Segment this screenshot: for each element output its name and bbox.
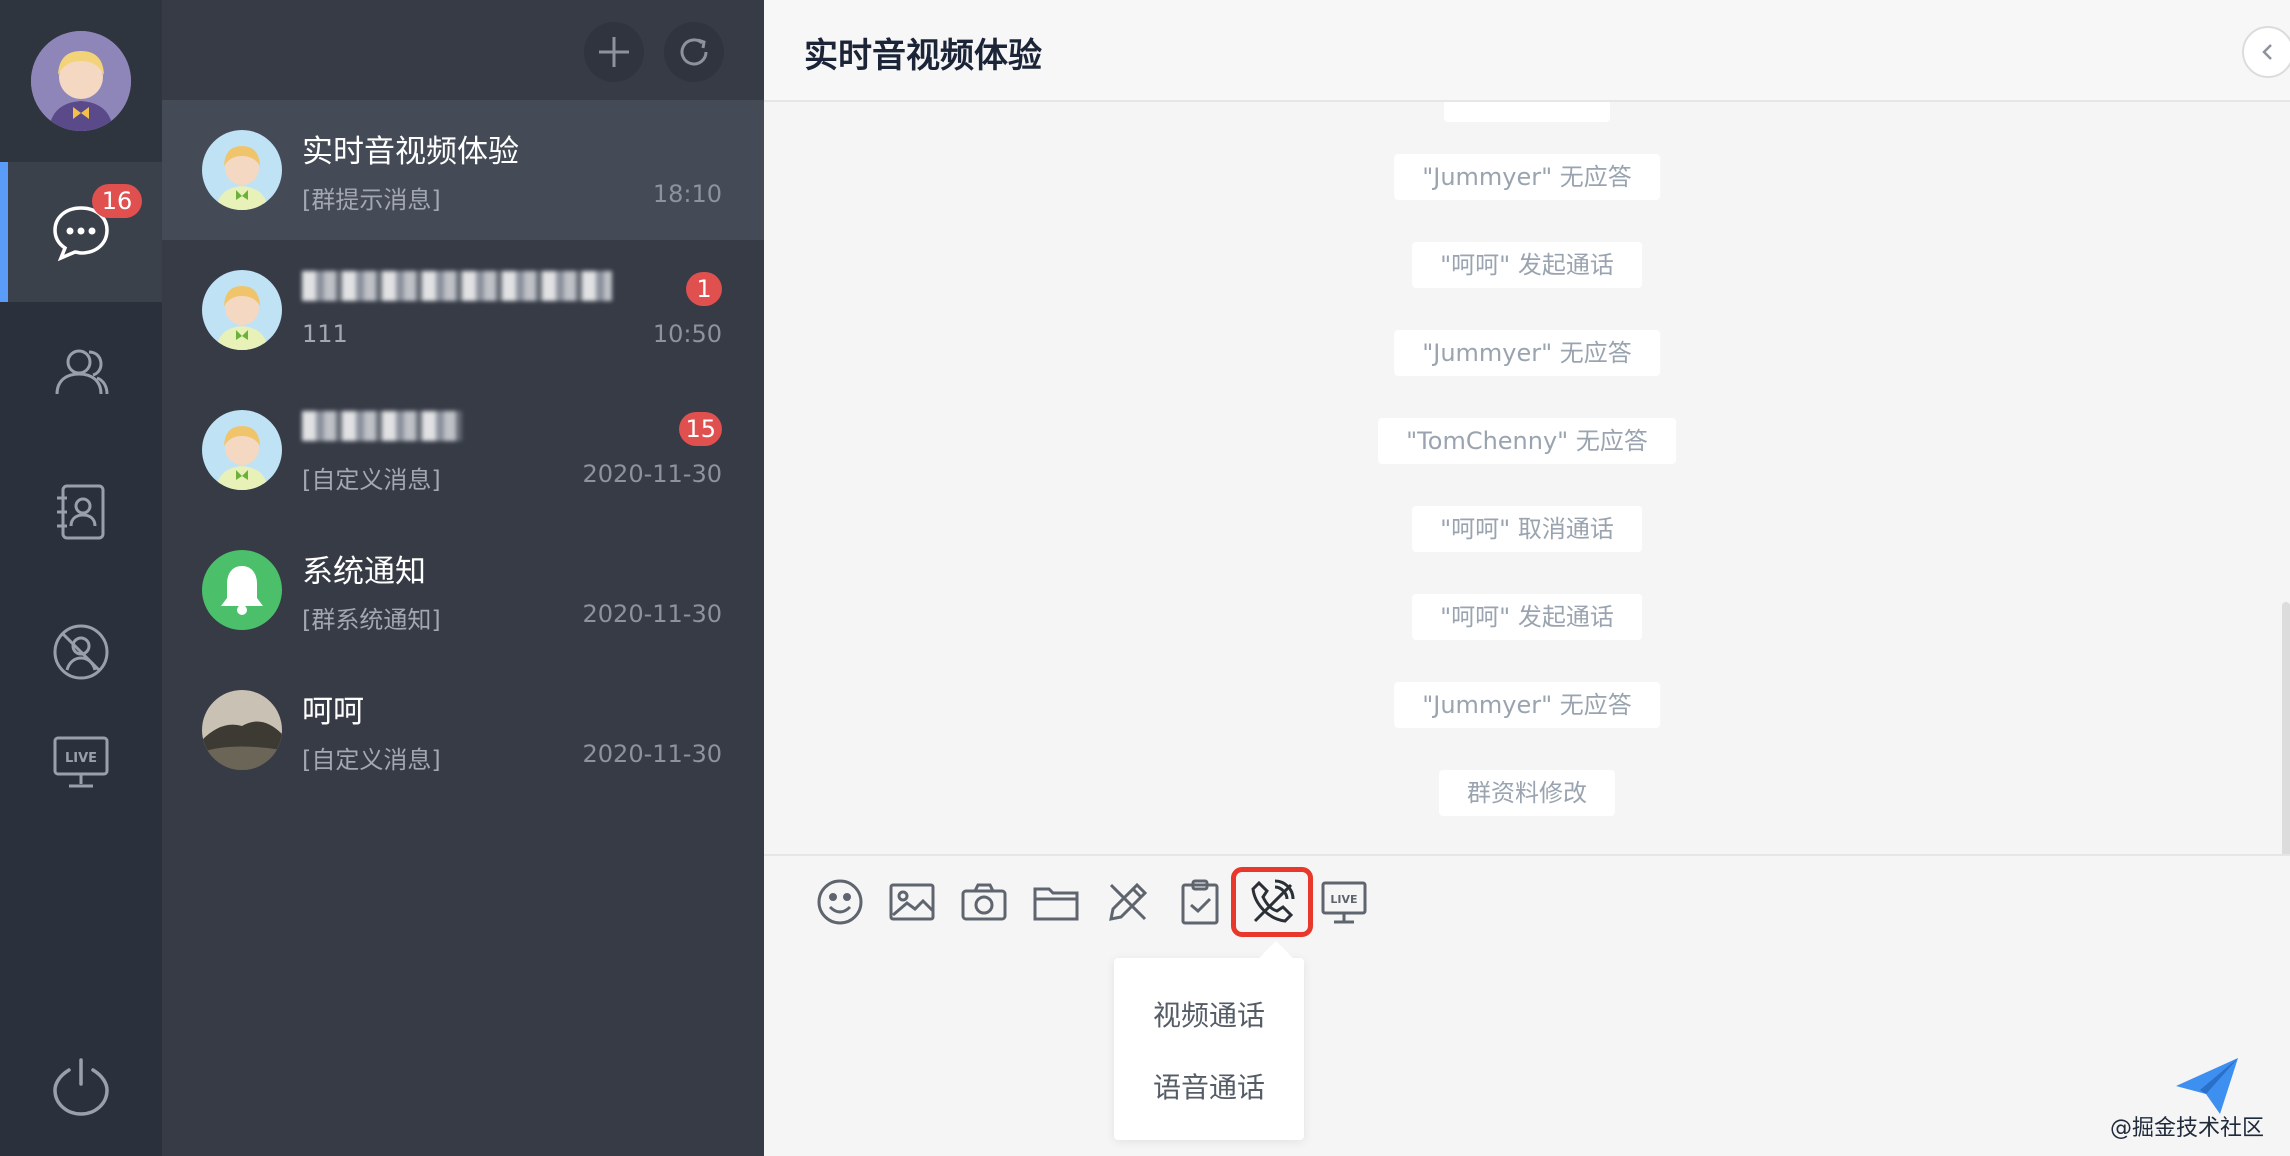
system-message: "TomChenny" 无应答 xyxy=(1378,418,1676,464)
refresh-button[interactable] xyxy=(664,22,724,82)
conversation-item[interactable]: 呵呵 [自定义消息] 2020-11-30 xyxy=(162,660,764,800)
conversation-list: 实时音视频体验 [群提示消息] 18:10 1 111 10:50 15 [自定… xyxy=(162,0,764,1156)
redacted-name xyxy=(302,410,462,441)
group-avatar xyxy=(202,270,282,350)
rail-item-groups[interactable] xyxy=(0,302,162,442)
group-avatar xyxy=(202,130,282,210)
draw-button[interactable] xyxy=(1092,872,1164,932)
power-icon xyxy=(53,1058,109,1116)
rail-item-logout[interactable] xyxy=(0,1016,162,1156)
camera-icon xyxy=(961,883,1007,921)
file-button[interactable] xyxy=(1020,872,1092,932)
rail-item-blocked[interactable] xyxy=(0,582,162,722)
svg-text:LIVE: LIVE xyxy=(65,751,97,766)
address-book-icon xyxy=(57,484,105,540)
collapse-panel-button[interactable] xyxy=(2242,26,2290,78)
group-avatar xyxy=(202,410,282,490)
survey-icon xyxy=(1181,879,1219,925)
call-type-menu: 视频通话 语音通话 xyxy=(1114,958,1304,1140)
message-toolbar: LIVE xyxy=(804,867,1380,937)
system-message-partial xyxy=(1444,102,1610,122)
conversation-preview: [群系统通知] xyxy=(302,606,441,634)
conversation-time: 2020-11-30 xyxy=(582,600,722,628)
send-icon[interactable] xyxy=(2174,1056,2240,1116)
chat-header: 实时音视频体验 xyxy=(764,0,2290,102)
user-avatar xyxy=(202,690,282,770)
conversation-item[interactable]: 实时音视频体验 [群提示消息] 18:10 xyxy=(162,100,764,240)
conversation-preview: 111 xyxy=(302,320,348,348)
conversation-time: 2020-11-30 xyxy=(582,460,722,488)
bell-icon xyxy=(221,566,263,615)
conversation-name: 实时音视频体验 xyxy=(302,134,519,170)
draw-icon xyxy=(1109,882,1148,921)
contacts-group-icon xyxy=(55,349,109,395)
conversation-time: 10:50 xyxy=(652,320,722,348)
unread-badge: 1 xyxy=(686,272,722,306)
rail-item-live[interactable]: LIVE xyxy=(0,702,162,822)
system-message: "呵呵" 取消通话 xyxy=(1412,506,1642,552)
emoji-button[interactable] xyxy=(804,872,876,932)
call-icon xyxy=(1251,879,1295,923)
system-message: "Jummyer" 无应答 xyxy=(1394,682,1660,728)
conversation-time: 2020-11-30 xyxy=(582,740,722,768)
unread-badge: 16 xyxy=(92,184,142,218)
camera-button[interactable] xyxy=(948,872,1020,932)
conversation-preview: [群提示消息] xyxy=(302,186,441,214)
conversation-name-redacted xyxy=(302,406,462,442)
chat-panel: 实时音视频体验 "Jummyer" 无应答 "呵呵" 发起通话 "Jummyer… xyxy=(764,0,2290,1156)
message-scrollbar[interactable] xyxy=(2282,602,2290,854)
list-toolbar xyxy=(162,0,764,100)
add-conversation-button[interactable] xyxy=(584,22,644,82)
notification-avatar xyxy=(202,550,282,630)
system-message: "呵呵" 发起通话 xyxy=(1412,594,1642,640)
live-monitor-icon: LIVE xyxy=(53,736,109,788)
system-message: 群资料修改 xyxy=(1439,770,1615,816)
refresh-icon xyxy=(680,38,708,66)
conversation-name: 系统通知 xyxy=(302,554,426,590)
conversation-name-redacted xyxy=(302,266,612,302)
rail-item-chats[interactable]: 16 xyxy=(0,162,162,302)
image-button[interactable] xyxy=(876,872,948,932)
conversation-item[interactable]: 15 [自定义消息] 2020-11-30 xyxy=(162,380,764,520)
emoji-icon xyxy=(817,879,863,925)
conversation-item[interactable]: 系统通知 [群系统通知] 2020-11-30 xyxy=(162,520,764,660)
voice-call-option[interactable]: 语音通话 xyxy=(1114,1066,1304,1106)
conversation-item[interactable]: 1 111 10:50 xyxy=(162,240,764,380)
live-button[interactable]: LIVE xyxy=(1308,872,1380,932)
folder-icon xyxy=(1033,887,1079,921)
live-icon: LIVE xyxy=(1321,881,1367,924)
survey-button[interactable] xyxy=(1164,872,1236,932)
message-list[interactable]: "Jummyer" 无应答 "呵呵" 发起通话 "Jummyer" 无应答 "T… xyxy=(764,102,2290,854)
system-message: "Jummyer" 无应答 xyxy=(1394,154,1660,200)
unread-badge: 15 xyxy=(679,412,722,446)
conversation-preview: [自定义消息] xyxy=(302,746,441,774)
video-call-option[interactable]: 视频通话 xyxy=(1114,994,1304,1034)
profile-area xyxy=(0,0,162,162)
user-avatar[interactable] xyxy=(31,31,131,131)
conversation-time: 18:10 xyxy=(652,180,722,208)
watermark: @掘金技术社区 xyxy=(2109,1116,2264,1141)
chevron-left-icon xyxy=(2262,44,2272,60)
left-rail: 16 LIVE xyxy=(0,0,162,1156)
blocked-user-icon xyxy=(53,624,109,680)
divider xyxy=(764,854,2290,856)
svg-text:LIVE: LIVE xyxy=(1330,893,1357,906)
plus-icon xyxy=(599,37,629,67)
system-message: "呵呵" 发起通话 xyxy=(1412,242,1642,288)
chat-title: 实时音视频体验 xyxy=(804,36,1042,76)
rail-item-address-book[interactable] xyxy=(0,442,162,582)
image-icon xyxy=(889,883,935,921)
call-button[interactable] xyxy=(1231,867,1313,937)
conversation-preview: [自定义消息] xyxy=(302,466,441,494)
system-message: "Jummyer" 无应答 xyxy=(1394,330,1660,376)
redacted-name xyxy=(302,270,612,301)
conversation-name: 呵呵 xyxy=(302,694,364,730)
